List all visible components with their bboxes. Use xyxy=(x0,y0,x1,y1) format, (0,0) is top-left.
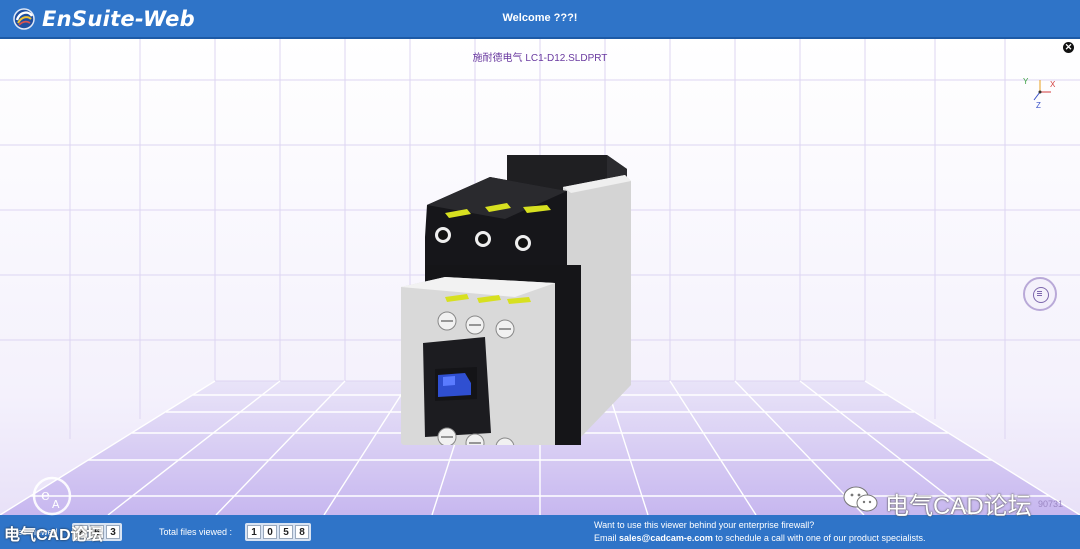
total-files-label: Total files viewed : xyxy=(159,527,233,537)
promo-prefix: Email xyxy=(594,533,620,543)
footer-bar: Files viewed : 2 6 3 Total files viewed … xyxy=(0,515,1080,549)
model-filename: 施耐德电气 LC1-D12.SLDPRT xyxy=(472,53,608,64)
files-viewed-counter: 2 6 3 xyxy=(72,523,122,541)
ensuite-logo-icon xyxy=(13,8,35,30)
viewer-canvas[interactable]: Y X Z xyxy=(0,39,1080,515)
app-name: EnSuite-Web xyxy=(42,7,196,31)
top-bar: Welcome ???! EnSuite-Web xyxy=(0,0,1080,39)
files-viewed-label: Files viewed : xyxy=(8,527,63,537)
counter-digit: 0 xyxy=(263,525,277,539)
promo-line-2: Email sales@cadcam-e.com to schedule a c… xyxy=(594,532,925,545)
promo-line-1: Want to use this viewer behind your ente… xyxy=(594,520,815,530)
app-logo[interactable]: EnSuite-Web xyxy=(12,6,195,32)
axis-y-label: Y xyxy=(1023,77,1029,86)
close-icon[interactable]: ✕ xyxy=(1063,42,1074,53)
counter-digit: 6 xyxy=(90,525,104,539)
counter-digit: 1 xyxy=(247,525,261,539)
promo-suffix: to schedule a call with one of our produ… xyxy=(712,533,926,543)
menu-icon xyxy=(1033,287,1049,303)
menu-button[interactable] xyxy=(1023,277,1057,311)
counter-digit: 5 xyxy=(279,525,293,539)
axis-triad-icon: Y X Z xyxy=(1023,77,1056,110)
axis-x-label: X xyxy=(1050,80,1056,89)
counter-digit: 3 xyxy=(106,525,120,539)
total-files-counter: 1 0 5 8 xyxy=(245,523,311,541)
contactor-3d-model[interactable] xyxy=(395,147,645,445)
promo-email-link[interactable]: sales@cadcam-e.com xyxy=(619,533,713,543)
counter-digit: 2 xyxy=(74,525,88,539)
promo-text: Want to use this viewer behind your ente… xyxy=(594,519,925,545)
counter-digit: 8 xyxy=(295,525,309,539)
axis-z-label: Z xyxy=(1036,101,1041,110)
